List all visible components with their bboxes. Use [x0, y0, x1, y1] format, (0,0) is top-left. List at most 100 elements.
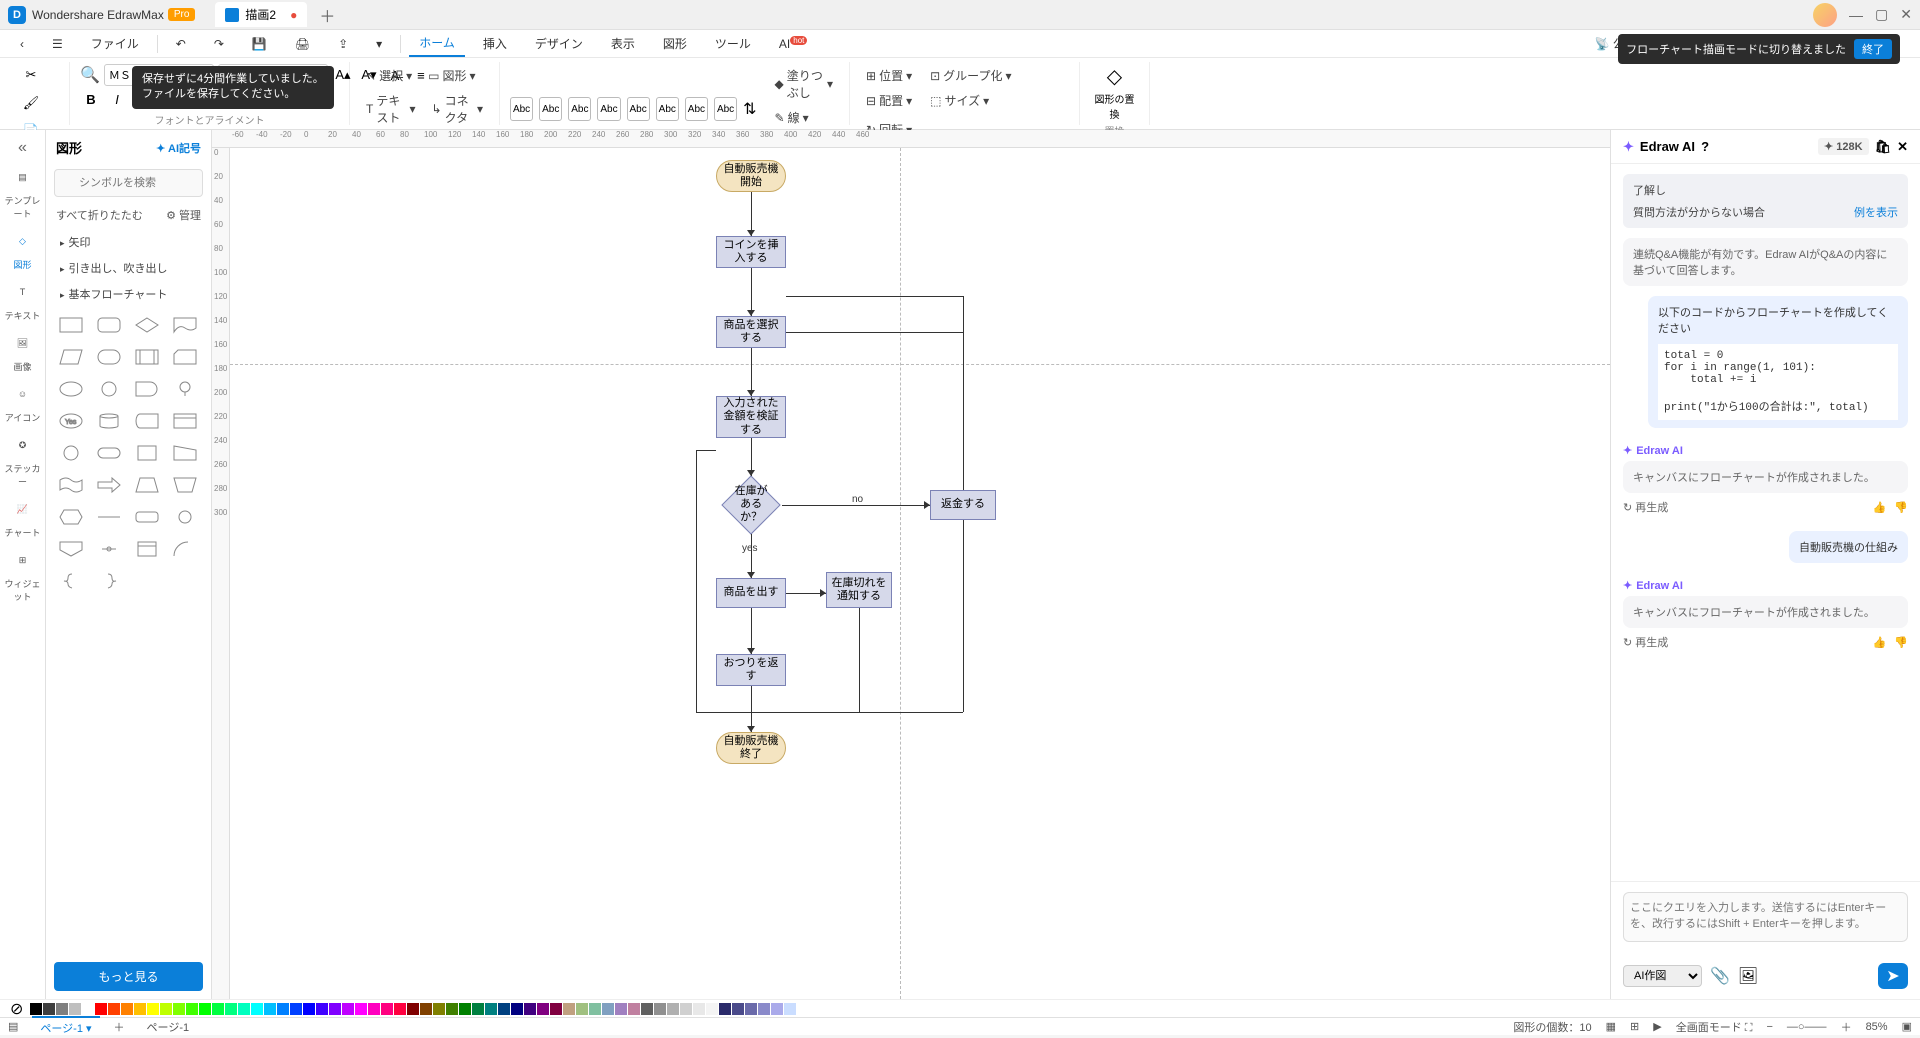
- fullscreen-button[interactable]: 全画面モード ⛶: [1676, 1019, 1753, 1035]
- color-swatch[interactable]: [693, 1003, 705, 1015]
- shape-ellipse[interactable]: [54, 375, 88, 403]
- shape-arc[interactable]: [168, 535, 202, 563]
- shape-rrect[interactable]: [130, 503, 164, 531]
- status-icon-2[interactable]: ⊞: [1630, 1020, 1639, 1033]
- shape-tool[interactable]: ▭ 図形 ▾: [422, 64, 481, 87]
- tab-view[interactable]: 表示: [601, 31, 645, 56]
- color-swatch[interactable]: [121, 1003, 133, 1015]
- shape-connector[interactable]: [54, 439, 88, 467]
- group-button[interactable]: ⊡ グループ化 ▾: [924, 64, 1017, 87]
- leftbar-image[interactable]: 🖼画像: [5, 334, 41, 377]
- zoom-in-button[interactable]: ＋: [1841, 1019, 1852, 1035]
- color-swatch[interactable]: [706, 1003, 718, 1015]
- leftbar-chart[interactable]: 📈チャート: [5, 500, 41, 543]
- color-swatch[interactable]: [641, 1003, 653, 1015]
- color-swatch[interactable]: [472, 1003, 484, 1015]
- page-tab-1[interactable]: ページ-1 ▾: [32, 1016, 99, 1038]
- color-swatch[interactable]: [784, 1003, 796, 1015]
- bold-button[interactable]: B: [80, 88, 102, 110]
- ai-help-icon[interactable]: ?: [1701, 139, 1709, 154]
- color-swatch[interactable]: [524, 1003, 536, 1015]
- mode-toast-done[interactable]: 終了: [1854, 39, 1892, 59]
- hamburger-icon[interactable]: ☰: [42, 33, 73, 55]
- color-swatch[interactable]: [563, 1003, 575, 1015]
- style-preset-8[interactable]: Abc: [714, 97, 737, 121]
- style-preset-6[interactable]: Abc: [656, 97, 679, 121]
- color-swatch[interactable]: [381, 1003, 393, 1015]
- status-icon-1[interactable]: ▦: [1606, 1020, 1616, 1033]
- color-swatch[interactable]: [30, 1003, 42, 1015]
- symbol-search-input[interactable]: [54, 169, 203, 197]
- manage-link[interactable]: ⚙ 管理: [166, 207, 201, 223]
- color-swatch[interactable]: [446, 1003, 458, 1015]
- color-swatch[interactable]: [199, 1003, 211, 1015]
- minimize-icon[interactable]: —: [1849, 7, 1863, 23]
- ai-send-button[interactable]: ➤: [1878, 963, 1908, 989]
- text-tool[interactable]: T テキスト ▾: [360, 89, 422, 129]
- ai-mode-select[interactable]: AI作図: [1623, 965, 1702, 987]
- thumbs-down-icon[interactable]: 👎: [1894, 501, 1908, 514]
- color-swatch[interactable]: [615, 1003, 627, 1015]
- color-swatch[interactable]: [82, 1003, 94, 1015]
- collapse-all-link[interactable]: すべて折りたたむ: [56, 207, 143, 223]
- style-more-icon[interactable]: ⇅: [743, 99, 756, 119]
- shape-db[interactable]: [92, 407, 126, 435]
- shape-decision[interactable]: [130, 311, 164, 339]
- shape-internal[interactable]: [168, 407, 202, 435]
- node-insert-coin[interactable]: コインを挿入する: [716, 236, 786, 268]
- color-swatch[interactable]: [758, 1003, 770, 1015]
- style-preset-3[interactable]: Abc: [568, 97, 591, 121]
- shape-terminal[interactable]: [92, 343, 126, 371]
- close-icon[interactable]: ✕: [1900, 6, 1912, 23]
- canvas[interactable]: 自動販売機開始 コインを挿入する 商品を選択する 入力された金額を検証する 在庫…: [230, 148, 1610, 999]
- shape-data[interactable]: [54, 343, 88, 371]
- shape-process[interactable]: [54, 311, 88, 339]
- tab-ai[interactable]: AIhot: [769, 32, 817, 55]
- node-decision[interactable]: 在庫があるか？: [721, 475, 780, 534]
- ai-example-link[interactable]: 例を表示: [1854, 204, 1898, 220]
- shape-hex[interactable]: [54, 503, 88, 531]
- color-swatch[interactable]: [732, 1003, 744, 1015]
- shape-note[interactable]: [130, 535, 164, 563]
- color-swatch[interactable]: [667, 1003, 679, 1015]
- tab-dirty-icon[interactable]: ●: [290, 8, 297, 22]
- shape-cross[interactable]: [92, 535, 126, 563]
- color-swatch[interactable]: [342, 1003, 354, 1015]
- color-swatch[interactable]: [498, 1003, 510, 1015]
- select-tool[interactable]: ↖ 選択 ▾: [360, 64, 418, 87]
- position-button[interactable]: ⊞ 位置 ▾: [860, 64, 918, 87]
- user-avatar-icon[interactable]: [1813, 3, 1837, 27]
- tab-design[interactable]: デザイン: [525, 31, 593, 56]
- collapse-panel-icon[interactable]: «: [11, 136, 35, 160]
- presentation-icon[interactable]: ▶: [1653, 1020, 1661, 1033]
- leftbar-icon[interactable]: ☺アイコン: [5, 385, 41, 428]
- color-swatch[interactable]: [628, 1003, 640, 1015]
- shape-wave[interactable]: [54, 471, 88, 499]
- category-flowchart[interactable]: 基本フローチャート: [46, 281, 211, 307]
- ai-regen-button-2[interactable]: ↻ 再生成: [1623, 634, 1668, 650]
- color-swatch[interactable]: [225, 1003, 237, 1015]
- style-preset-5[interactable]: Abc: [627, 97, 650, 121]
- redo-button[interactable]: ↷: [204, 33, 234, 55]
- style-preset-4[interactable]: Abc: [597, 97, 620, 121]
- style-preset-2[interactable]: Abc: [539, 97, 562, 121]
- color-swatch[interactable]: [290, 1003, 302, 1015]
- node-start[interactable]: 自動販売機開始: [716, 160, 786, 192]
- style-preset-1[interactable]: Abc: [510, 97, 533, 121]
- color-swatch[interactable]: [537, 1003, 549, 1015]
- color-swatch[interactable]: [745, 1003, 757, 1015]
- color-swatch[interactable]: [511, 1003, 523, 1015]
- export-button[interactable]: ⇪: [328, 33, 358, 55]
- color-swatch[interactable]: [355, 1003, 367, 1015]
- color-swatch[interactable]: [264, 1003, 276, 1015]
- color-swatch[interactable]: [485, 1003, 497, 1015]
- style-preset-7[interactable]: Abc: [685, 97, 708, 121]
- node-end[interactable]: 自動販売機終了: [716, 732, 786, 764]
- color-swatch[interactable]: [719, 1003, 731, 1015]
- shape-circle[interactable]: [92, 375, 126, 403]
- color-swatch[interactable]: [238, 1003, 250, 1015]
- shape-storage[interactable]: [130, 407, 164, 435]
- shape-display[interactable]: [168, 375, 202, 403]
- shape-trap2[interactable]: [168, 471, 202, 499]
- ai-image-icon[interactable]: 🖼: [1738, 966, 1758, 986]
